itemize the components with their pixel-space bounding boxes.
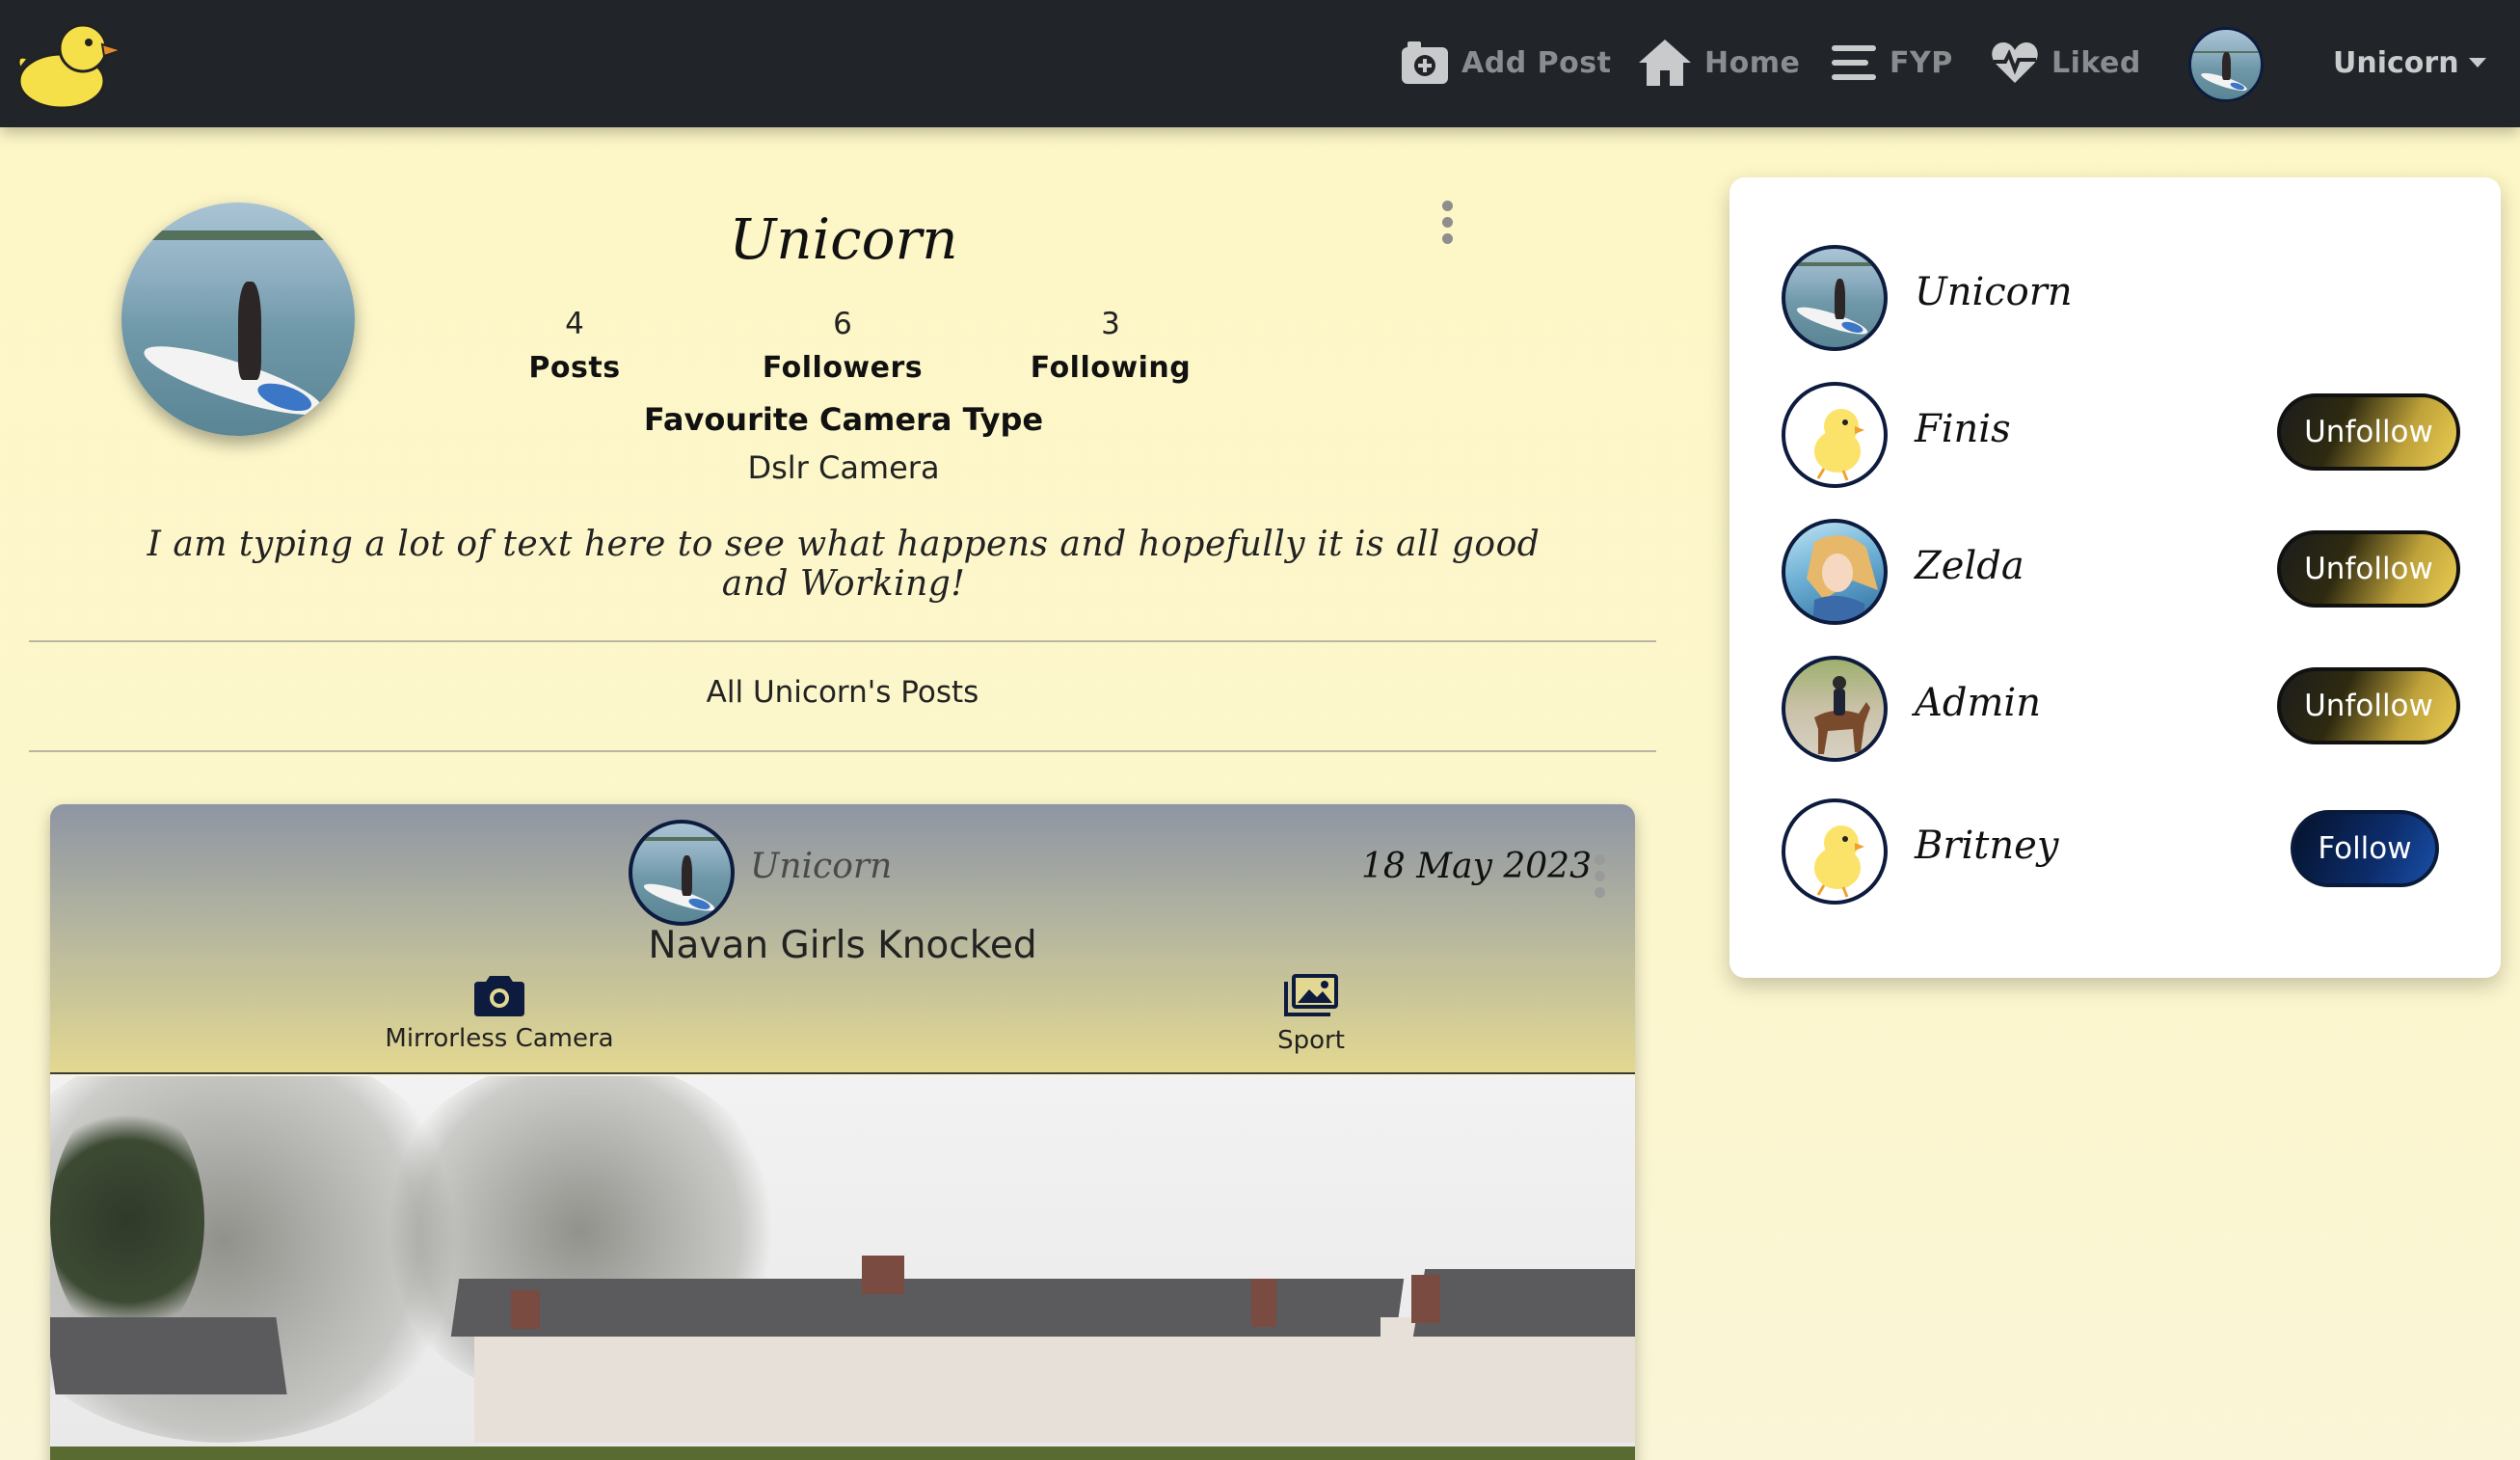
sidebar-user-name[interactable]: Zelda <box>1915 544 2024 588</box>
unfollow-button[interactable]: Unfollow <box>2277 393 2460 471</box>
sidebar-user-avatar[interactable] <box>1782 656 1888 762</box>
post-title: Navan Girls Knocked <box>648 924 1037 967</box>
duckling-icon <box>1814 825 1864 898</box>
sidebar-user-row: Unicorn <box>1782 245 2456 353</box>
stat-followers[interactable]: 6 Followers <box>727 307 958 385</box>
sidebar-user-row: Finis Unfollow <box>1782 382 2460 490</box>
anime-character-icon <box>1807 535 1878 621</box>
post-category-label: Sport <box>1277 1026 1345 1055</box>
caret-down-icon <box>2468 58 2486 68</box>
camera-plus-icon <box>1402 41 1448 84</box>
sidebar-user-name[interactable]: Finis <box>1915 407 2011 451</box>
sidebar-user-name[interactable]: Admin <box>1915 681 2041 725</box>
nav-home[interactable]: Home <box>1637 33 1800 93</box>
user-menu-dropdown[interactable]: Unicorn <box>2333 39 2486 87</box>
favourite-camera-value: Dslr Camera <box>747 449 940 486</box>
sidebar-user-name[interactable]: Britney <box>1915 824 2058 868</box>
sidebar-user-row: Britney Follow <box>1782 798 2456 906</box>
stat-following-value: 3 <box>1101 307 1120 341</box>
images-icon <box>1284 974 1338 1016</box>
post-header: Unicorn 18 May 2023 Navan Girls Knocked … <box>50 804 1635 1074</box>
profile-avatar <box>121 203 355 436</box>
stat-followers-value: 6 <box>833 307 852 341</box>
posts-heading: All Unicorn's Posts <box>706 675 979 710</box>
following-sidebar: Unicorn Finis Unfollow Zelda Unfollow Ad… <box>1729 177 2501 978</box>
stat-following[interactable]: 3 Following <box>995 307 1226 385</box>
sidebar-user-avatar[interactable] <box>1782 245 1888 351</box>
post-card[interactable]: Unicorn 18 May 2023 Navan Girls Knocked … <box>50 804 1635 1460</box>
post-date: 18 May 2023 <box>1361 847 1592 886</box>
nav-home-label: Home <box>1704 45 1801 80</box>
sidebar-user-row: Zelda Unfollow <box>1782 519 2460 627</box>
divider-bottom <box>29 750 1656 752</box>
stat-posts-label: Posts <box>528 351 621 385</box>
nav-fyp-label: FYP <box>1890 45 1953 80</box>
sidebar-user-avatar[interactable] <box>1782 798 1888 905</box>
nav-add-post[interactable]: Add Post <box>1400 33 1611 93</box>
nav-liked[interactable]: Liked <box>1990 33 2141 93</box>
sidebar-user-row: Admin Unfollow <box>1782 656 2460 764</box>
nav-user-avatar[interactable] <box>2188 27 2264 102</box>
heart-pulse-icon <box>1992 42 2038 83</box>
post-author-name[interactable]: Unicorn <box>750 847 892 886</box>
navbar: Add Post Home FYP Liked Unicorn <box>0 0 2520 127</box>
profile-options-icon[interactable] <box>1440 201 1454 244</box>
home-icon <box>1639 40 1691 86</box>
duckling-icon <box>1814 409 1864 481</box>
user-menu-label: Unicorn <box>2333 45 2459 80</box>
stat-followers-label: Followers <box>762 351 924 385</box>
post-camera-tag[interactable]: Mirrorless Camera <box>355 972 644 1053</box>
nav-liked-label: Liked <box>2051 45 2141 80</box>
post-options-icon[interactable] <box>1593 854 1606 898</box>
post-author-avatar[interactable] <box>629 820 735 926</box>
nav-add-post-label: Add Post <box>1461 45 1612 80</box>
duck-logo-icon[interactable] <box>15 15 125 112</box>
profile-name: Unicorn <box>729 206 958 272</box>
post-category-tag[interactable]: Sport <box>1166 972 1456 1055</box>
menu-lines-icon <box>1832 45 1876 80</box>
camera-icon <box>474 976 524 1016</box>
follow-button[interactable]: Follow <box>2291 810 2439 887</box>
stat-posts-value: 4 <box>565 307 584 341</box>
sidebar-user-name[interactable]: Unicorn <box>1915 270 2073 314</box>
stat-posts[interactable]: 4 Posts <box>459 307 690 385</box>
unfollow-button[interactable]: Unfollow <box>2277 667 2460 744</box>
sidebar-user-avatar[interactable] <box>1782 382 1888 488</box>
stat-following-label: Following <box>1030 351 1192 385</box>
sidebar-user-avatar[interactable] <box>1782 519 1888 625</box>
horse-rider-icon <box>1814 676 1870 754</box>
divider-top <box>29 640 1656 642</box>
unfollow-button[interactable]: Unfollow <box>2277 530 2460 608</box>
favourite-camera-label: Favourite Camera Type <box>643 401 1044 438</box>
nav-fyp[interactable]: FYP <box>1830 33 1953 93</box>
post-camera-label: Mirrorless Camera <box>385 1024 614 1053</box>
profile-bio: I am typing a lot of text here to see wh… <box>147 525 1541 604</box>
post-image[interactable] <box>50 1076 1635 1460</box>
